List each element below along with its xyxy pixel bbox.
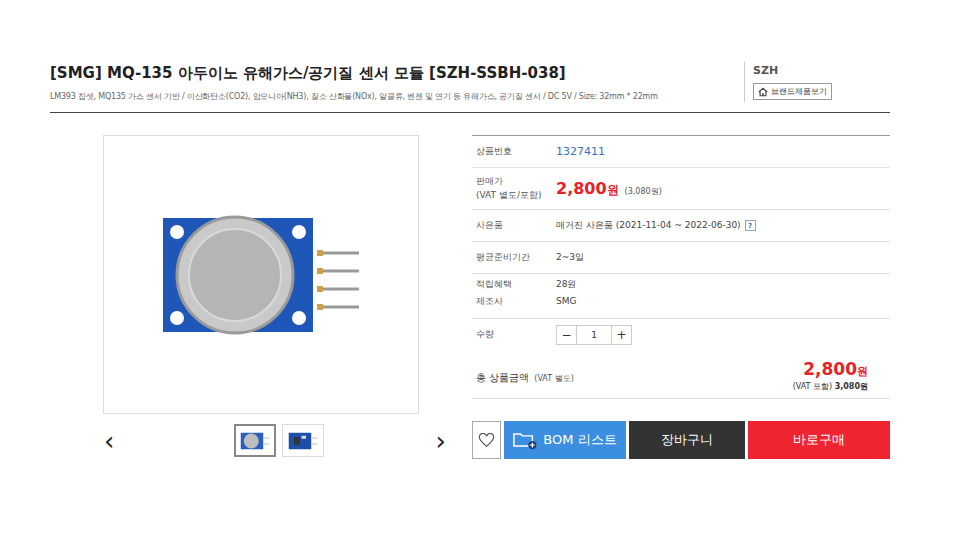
product-number: 1327411 bbox=[556, 145, 605, 158]
home-icon bbox=[758, 87, 768, 97]
row-label: 상품번호 bbox=[476, 145, 556, 159]
product-number-row: 상품번호 1327411 bbox=[472, 136, 890, 168]
total-label: 총 상품금액 (VAT 별도) bbox=[476, 366, 574, 385]
product-header: [SMG] MQ-135 아두이노 유해가스/공기질 센서 모듈 [SZH-SS… bbox=[50, 62, 890, 113]
product-info: 상품번호 1327411 판매가 (VAT 별도/포함) 2,800원 (3,0… bbox=[472, 135, 890, 459]
bom-list-button[interactable]: BOM 리스트 bbox=[504, 421, 626, 459]
folder-plus-icon bbox=[513, 431, 537, 450]
product-main: ‹ › 상품번호 1327411 판매가 (VAT 별도/포함) 2,800원 … bbox=[50, 135, 890, 459]
brand-panel: SZH 브랜드제품보기 bbox=[744, 62, 832, 102]
quantity-stepper: − 1 + bbox=[556, 325, 632, 345]
total-vat: (VAT 포함) 3,080원 bbox=[793, 381, 868, 392]
row-label: 사은품 bbox=[476, 219, 556, 233]
plus-button[interactable]: + bbox=[611, 325, 632, 345]
cart-button[interactable]: 장바구니 bbox=[629, 421, 745, 459]
total-row: 총 상품금액 (VAT 별도) 2,800원 (VAT 포함) 3,080원 bbox=[472, 355, 890, 399]
brand-products-button[interactable]: 브랜드제품보기 bbox=[753, 83, 832, 100]
thumbnail-list bbox=[234, 424, 324, 457]
brand-name: SZH bbox=[753, 64, 832, 77]
gift-value: 매거진 사은품 (2021-11-04 ~ 2022-06-30) ? bbox=[556, 219, 756, 232]
help-badge[interactable]: ? bbox=[745, 220, 756, 231]
product-title: [SMG] MQ-135 아두이노 유해가스/공기질 센서 모듈 [SZH-SS… bbox=[50, 64, 740, 83]
thumbnail-picture bbox=[288, 431, 318, 451]
price-row: 판매가 (VAT 별도/포함) 2,800원 (3,080원) bbox=[472, 168, 890, 210]
gift-row: 사은품 매거진 사은품 (2021-11-04 ~ 2022-06-30) ? bbox=[472, 210, 890, 242]
row-label: 평균준비기간 bbox=[476, 251, 556, 265]
total-price: 2,800원 bbox=[803, 359, 868, 379]
thumbnail-picture bbox=[240, 431, 270, 451]
minus-button[interactable]: − bbox=[556, 325, 577, 345]
quantity-row: 수량 − 1 + bbox=[472, 319, 890, 351]
points-value: 28원 bbox=[556, 278, 576, 292]
prev-arrow[interactable]: ‹ bbox=[100, 428, 118, 454]
product-page: [SMG] MQ-135 아두이노 유해가스/공기질 센서 모듈 [SZH-SS… bbox=[0, 0, 960, 540]
gallery-nav: ‹ › bbox=[100, 424, 450, 457]
title-block: [SMG] MQ-135 아두이노 유해가스/공기질 센서 모듈 [SZH-SS… bbox=[50, 62, 740, 102]
thumbnail[interactable] bbox=[234, 424, 276, 457]
gallery: ‹ › bbox=[50, 135, 450, 459]
row-label: 적립혜택 bbox=[476, 278, 556, 292]
price: 2,800원 (3,080원) bbox=[556, 179, 662, 199]
action-buttons: BOM 리스트 장바구니 바로구매 bbox=[472, 421, 890, 459]
sensor-picture bbox=[161, 210, 361, 340]
prep-row: 평균준비기간 2~3일 bbox=[472, 242, 890, 274]
row-label: 판매가 (VAT 별도/포함) bbox=[476, 175, 556, 202]
maker-value: SMG bbox=[556, 295, 576, 309]
row-label: 수량 bbox=[476, 328, 556, 342]
quantity-input[interactable]: 1 bbox=[577, 325, 611, 345]
buy-now-button[interactable]: 바로구매 bbox=[748, 421, 890, 459]
row-label: 제조사 bbox=[476, 295, 556, 309]
thumbnail[interactable] bbox=[282, 424, 324, 457]
points-maker-row: 적립혜택 28원 제조사 SMG bbox=[472, 274, 890, 319]
product-image bbox=[103, 135, 419, 414]
prep-value: 2~3일 bbox=[556, 251, 584, 264]
product-subtitle: LM393 칩셋, MQ135 가스 센서 기반 / 이산화탄소(CO2), 암… bbox=[50, 91, 740, 102]
heart-icon bbox=[478, 433, 495, 448]
wishlist-button[interactable] bbox=[472, 421, 501, 459]
next-arrow[interactable]: › bbox=[432, 428, 450, 454]
